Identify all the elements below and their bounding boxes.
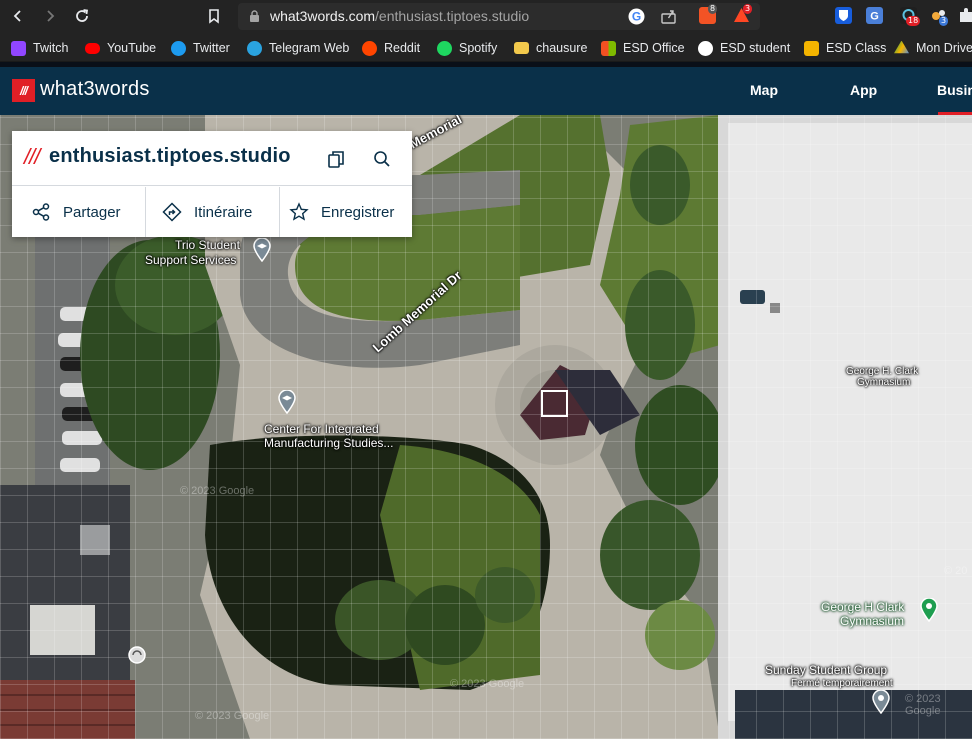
poi-label-cims-2[interactable]: Manufacturing Studies... — [264, 437, 393, 450]
drive-icon — [894, 40, 909, 54]
share-icon[interactable] — [660, 8, 677, 30]
classroom-icon — [804, 40, 819, 56]
w3w-slashes: /// — [24, 144, 40, 169]
directions-icon — [161, 201, 183, 223]
roof-label-clark-2: Gymnasium — [857, 377, 911, 388]
share-button[interactable]: Partager — [30, 187, 121, 237]
bookmark-twitter[interactable]: Twitter — [171, 39, 230, 57]
group-pin-icon[interactable] — [871, 690, 891, 714]
map-watermark: © 2023 Google — [195, 710, 270, 722]
back-icon[interactable] — [8, 6, 28, 26]
selected-square[interactable] — [541, 390, 568, 417]
bookmark-twitch[interactable]: Twitch — [11, 39, 68, 57]
map-watermark: © 2023 Google — [180, 485, 255, 497]
bookmark-icon[interactable] — [204, 6, 224, 26]
w3w-logo-text[interactable]: what3words — [40, 78, 150, 101]
poi-label-sunday-2: Fermé temporairement — [791, 678, 893, 689]
twitch-icon — [11, 40, 26, 56]
reload-icon[interactable] — [72, 6, 92, 26]
sports-pin-icon[interactable] — [919, 598, 939, 622]
bookmark-esd-class[interactable]: ESD Class — [804, 39, 886, 57]
bookmark-mon-drive[interactable]: Mon Drive — [894, 39, 972, 57]
map-watermark: © 2023 Google — [450, 678, 525, 690]
google-icon[interactable]: G — [628, 8, 645, 30]
bookmark-telegram[interactable]: Telegram Web — [247, 39, 349, 57]
directions-button[interactable]: Itinéraire — [161, 187, 252, 237]
reddit-icon — [362, 40, 377, 56]
poi-label-trio-2[interactable]: Support Services — [145, 254, 236, 267]
microsoft-icon — [601, 40, 616, 56]
action-divider — [279, 187, 280, 237]
bitwarden-icon[interactable] — [835, 7, 852, 24]
browser-toolbar: what3words.com/enthusiast.tiptoes.studio… — [0, 0, 972, 33]
forward-icon[interactable] — [40, 6, 60, 26]
lock-icon[interactable] — [249, 10, 260, 28]
poi-label-sunday-1[interactable]: Sunday Student Group — [765, 664, 887, 677]
save-label: Enregistrer — [321, 203, 395, 221]
poi-label-trio-1[interactable]: Trio Student — [175, 239, 240, 252]
svg-text:G: G — [870, 11, 879, 23]
poi-label-cims-1[interactable]: Center For Integrated — [264, 423, 379, 436]
bookmark-chausure[interactable]: chausure — [514, 39, 587, 57]
puzzle-icon[interactable] — [958, 7, 972, 24]
site-header: /// what3words Map App Business — [0, 67, 972, 115]
address-card-header: /// enthusiast.tiptoes.studio — [12, 131, 412, 186]
spotify-icon — [437, 40, 452, 56]
nav-map[interactable]: Map — [750, 82, 778, 98]
extension-red-icon[interactable]: 18 — [900, 7, 921, 26]
star-icon — [288, 201, 310, 223]
nav-business[interactable]: Business — [937, 82, 972, 98]
copy-icon[interactable] — [325, 148, 347, 170]
map-watermark: © 2023 Google — [905, 693, 941, 717]
youtube-icon — [85, 42, 100, 54]
bookmark-reddit[interactable]: Reddit — [362, 39, 420, 57]
graduation-cap-pin-icon[interactable] — [277, 390, 297, 414]
svg-text:G: G — [632, 10, 641, 24]
search-icon[interactable] — [371, 148, 393, 170]
action-divider — [145, 187, 146, 237]
translate-icon[interactable]: G — [866, 7, 883, 24]
bookmark-esd-student[interactable]: ESD student — [698, 39, 790, 57]
telegram-icon — [247, 40, 262, 56]
roof-label-clark-1: George H. Clark — [846, 366, 919, 377]
bookmark-esd-office[interactable]: ESD Office — [601, 39, 685, 57]
share-label: Partager — [63, 203, 121, 221]
folder-icon — [514, 42, 529, 54]
share-nodes-icon — [30, 201, 52, 223]
brave-rewards-icon[interactable]: 3 — [733, 4, 753, 24]
nav-app[interactable]: App — [850, 82, 877, 98]
graduation-cap-pin-icon[interactable] — [252, 238, 272, 262]
address-card: /// enthusiast.tiptoes.studio Partager I… — [12, 131, 412, 237]
bookmark-spotify[interactable]: Spotify — [437, 39, 497, 57]
directions-label: Itinéraire — [194, 203, 253, 221]
map-watermark: © 20 — [944, 565, 968, 577]
street-view-icon[interactable] — [128, 646, 146, 664]
brave-shield-icon[interactable]: 8 — [699, 4, 718, 24]
three-word-address[interactable]: enthusiast.tiptoes.studio — [49, 145, 291, 168]
address-bar[interactable]: what3words.com/enthusiast.tiptoes.studio… — [238, 3, 760, 30]
save-button[interactable]: Enregistrer — [288, 187, 394, 237]
bookmarks-bar: Twitch YouTube Twitter Telegram Web Redd… — [0, 33, 972, 62]
google-bookmark-icon — [698, 40, 713, 56]
url-text[interactable]: what3words.com/enthusiast.tiptoes.studio — [270, 8, 529, 24]
poi-label-clark-1[interactable]: George H Clark — [821, 601, 904, 614]
w3w-logo-mark[interactable]: /// — [12, 79, 35, 102]
twitter-icon — [171, 40, 186, 56]
bookmark-youtube[interactable]: YouTube — [85, 39, 156, 57]
extension-blue-icon[interactable]: 3 — [930, 7, 949, 26]
poi-label-clark-2[interactable]: Gymnasium — [840, 615, 904, 628]
